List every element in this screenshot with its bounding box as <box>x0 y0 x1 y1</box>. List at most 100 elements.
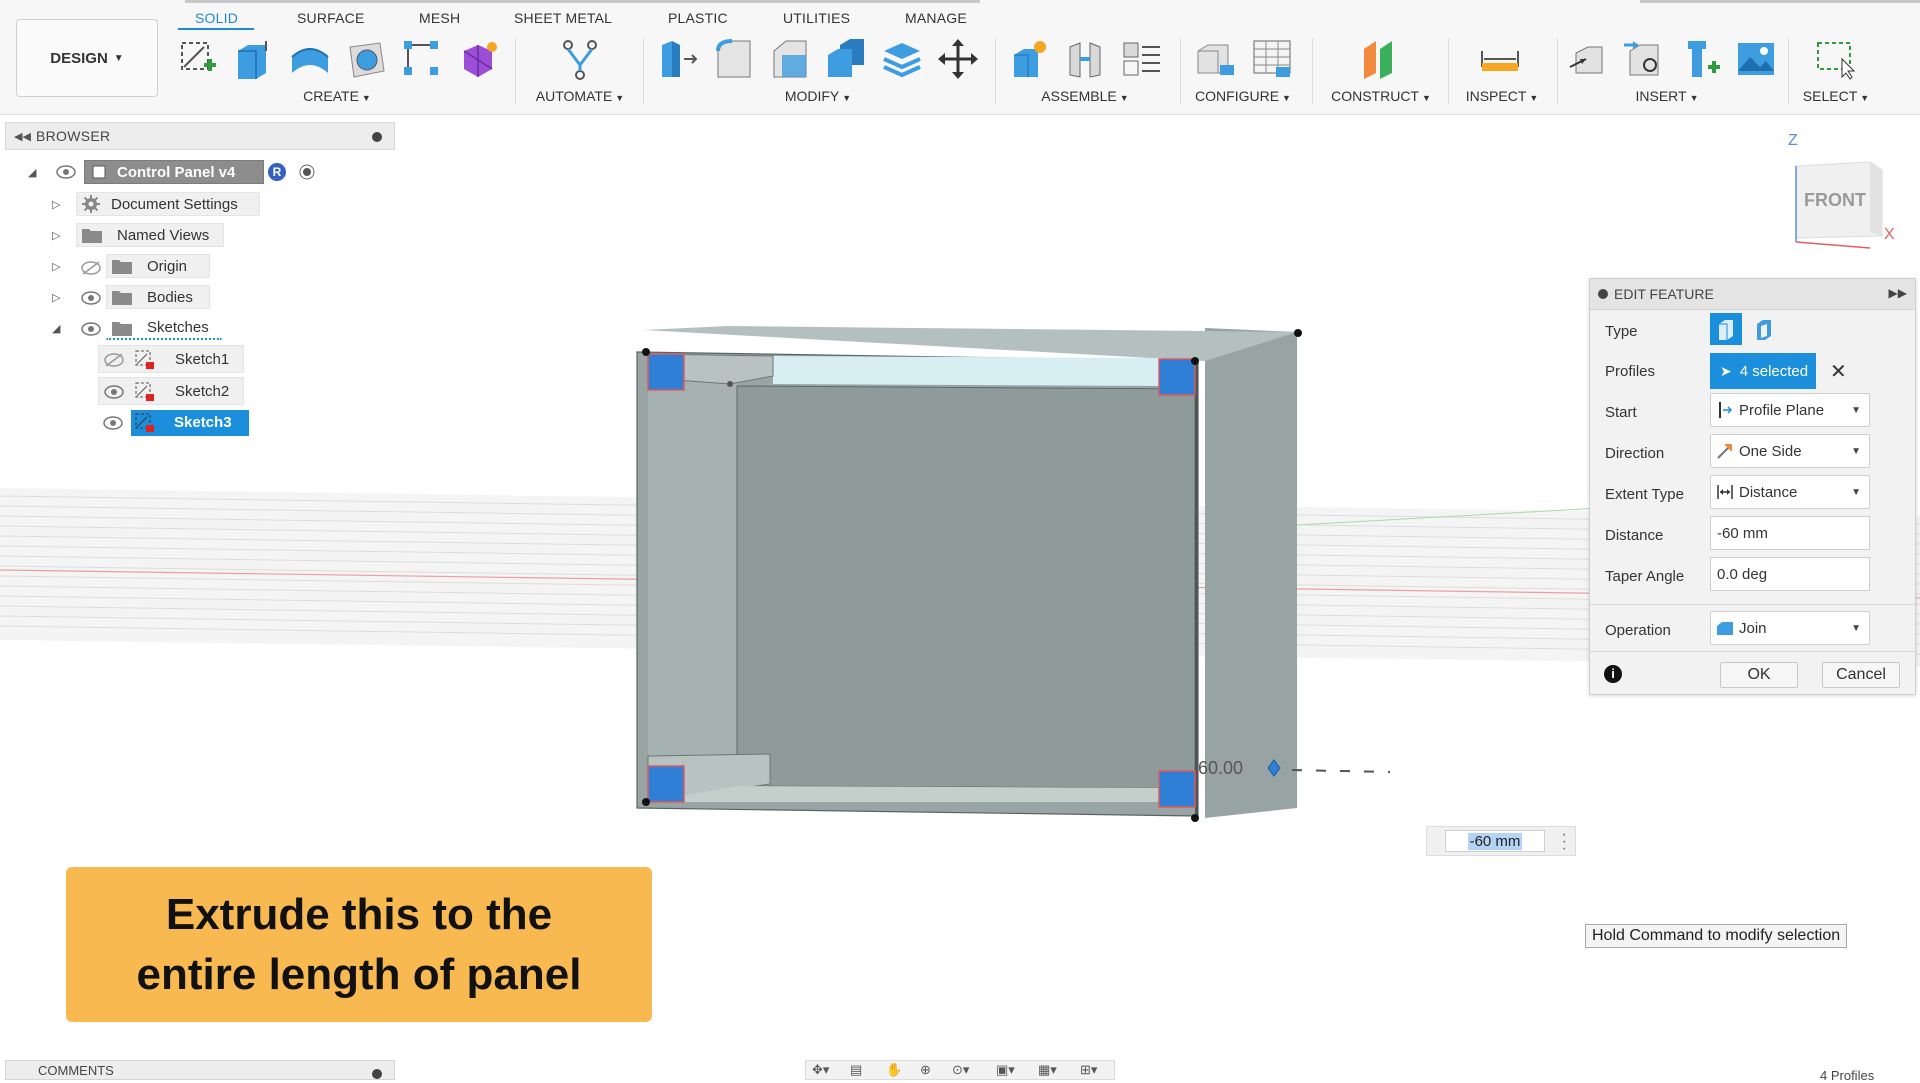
select-icon[interactable] <box>1814 36 1858 82</box>
automate-icon[interactable] <box>558 36 602 82</box>
tutorial-caption: Extrude this to the entire length of pan… <box>66 867 652 1022</box>
direction-dropdown[interactable]: One Side ▼ <box>1710 434 1870 468</box>
axis-z-label: Z <box>1788 132 1798 149</box>
ok-button[interactable]: OK <box>1720 662 1798 688</box>
type-thin-button[interactable] <box>1748 313 1780 345</box>
insert-component-icon[interactable] <box>1678 36 1722 82</box>
expand-dialog-icon[interactable]: ▶▶ <box>1889 286 1907 300</box>
operation-label: Operation <box>1605 622 1671 639</box>
dialog-title: EDIT FEATURE <box>1614 286 1714 302</box>
type-solid-button[interactable] <box>1710 313 1742 345</box>
dialog-header[interactable]: EDIT FEATURE ▶▶ <box>1590 279 1915 310</box>
fillet-icon[interactable] <box>712 36 756 82</box>
comments-title: COMMENTS <box>38 1063 114 1078</box>
profile-plane-icon <box>1716 401 1734 419</box>
measure-icon[interactable] <box>1478 36 1522 82</box>
selected-profile-top-left[interactable] <box>647 353 685 391</box>
tab-surface[interactable]: SURFACE <box>297 10 365 26</box>
configuration-table-icon[interactable] <box>1250 36 1294 82</box>
vertex-point <box>642 348 650 356</box>
distance-field[interactable]: -60 mm <box>1710 516 1870 550</box>
dialog-divider <box>1590 651 1915 652</box>
selected-profile-top-right[interactable] <box>1158 358 1196 396</box>
create-sketch-icon[interactable] <box>176 36 220 82</box>
tab-mesh[interactable]: MESH <box>419 10 460 26</box>
toolbar: DESIGN ▼ SOLID SURFACE MESH SHEET METAL … <box>0 0 1920 115</box>
group-assemble[interactable]: ASSEMBLE ▼ <box>1041 88 1128 104</box>
workspace-switcher[interactable]: DESIGN ▼ <box>16 19 158 97</box>
toolbar-divider <box>1788 38 1789 104</box>
grid-settings-icon[interactable]: ▦▾ <box>1038 1062 1057 1078</box>
combine-icon[interactable] <box>824 36 868 82</box>
chamfer-icon[interactable] <box>768 36 812 82</box>
look-at-icon[interactable]: ▤ <box>850 1062 862 1078</box>
dialog-pin-icon[interactable] <box>1598 289 1608 299</box>
comments-panel-header[interactable]: COMMENTS <box>5 1060 395 1080</box>
extrude-icon[interactable] <box>232 36 276 82</box>
direction-value: One Side <box>1739 442 1802 460</box>
dimension-value-label: 60.00 <box>1198 758 1244 778</box>
tab-sheet-metal[interactable]: SHEET METAL <box>514 10 612 26</box>
joint-icon[interactable] <box>1064 36 1108 82</box>
group-select[interactable]: SELECT ▼ <box>1803 88 1869 104</box>
viewcube[interactable]: FRONT Z X <box>1770 132 1900 252</box>
direction-label: Direction <box>1605 445 1665 462</box>
tab-solid[interactable]: SOLID <box>195 10 238 26</box>
zoom-icon[interactable]: ⊕ <box>920 1062 931 1078</box>
hole-icon[interactable] <box>344 36 388 82</box>
toolbar-divider <box>1448 38 1449 104</box>
shell-icon[interactable] <box>880 36 924 82</box>
selected-profile-bottom-right[interactable] <box>1158 770 1196 808</box>
press-pull-icon[interactable] <box>656 36 700 82</box>
viewports-icon[interactable]: ⊞▾ <box>1080 1062 1097 1078</box>
insert-derive-icon[interactable] <box>1566 36 1610 82</box>
display-settings-icon[interactable]: ▣▾ <box>996 1062 1015 1078</box>
revolve-icon[interactable] <box>288 36 332 82</box>
dropdown-arrow-icon: ▼ <box>1851 446 1861 457</box>
group-inspect[interactable]: INSPECT ▼ <box>1466 88 1539 104</box>
taper-angle-label: Taper Angle <box>1605 568 1685 585</box>
viewcube-front-face[interactable]: FRONT <box>1804 190 1866 211</box>
group-construct[interactable]: CONSTRUCT ▼ <box>1331 88 1431 104</box>
selection-count-status: 4 Profiles <box>1820 1068 1875 1083</box>
extent-type-dropdown[interactable]: Distance ▼ <box>1710 475 1870 509</box>
start-dropdown[interactable]: Profile Plane ▼ <box>1710 393 1870 427</box>
bill-of-materials-icon[interactable] <box>1120 36 1164 82</box>
tab-manage[interactable]: MANAGE <box>905 10 967 26</box>
panel-top-opening <box>773 356 1162 386</box>
orbit-icon[interactable]: ✥▾ <box>812 1062 829 1078</box>
group-modify[interactable]: MODIFY ▼ <box>785 88 851 104</box>
clear-selection-icon[interactable]: ✕ <box>1830 359 1847 384</box>
vertex-point <box>1294 329 1302 337</box>
tab-utilities[interactable]: UTILITIES <box>783 10 850 26</box>
distance-inline-field[interactable]: -60 mm <box>1445 830 1545 852</box>
toolbar-divider <box>515 38 516 104</box>
navigation-toolbar: ✥▾ ▤ ✋ ⊕ ⊙▾ ▣▾ ▦▾ ⊞▾ <box>805 1060 1115 1080</box>
operation-dropdown[interactable]: Join ▼ <box>1710 611 1870 645</box>
group-automate[interactable]: AUTOMATE ▼ <box>536 88 624 104</box>
fit-icon[interactable]: ⊙▾ <box>952 1062 969 1078</box>
pan-icon[interactable]: ✋ <box>886 1062 902 1078</box>
profiles-selection-button[interactable]: ➤ 4 selected <box>1710 353 1816 389</box>
pattern-icon[interactable] <box>400 36 444 82</box>
info-icon[interactable]: i <box>1604 665 1622 683</box>
new-component-icon[interactable] <box>1008 36 1052 82</box>
active-tab-indicator <box>178 28 254 30</box>
selected-profile-bottom-left[interactable] <box>647 765 685 803</box>
toolbar-divider <box>1180 38 1181 104</box>
group-configure[interactable]: CONFIGURE ▼ <box>1195 88 1291 104</box>
pin-icon[interactable] <box>372 1069 382 1079</box>
move-icon[interactable] <box>936 36 980 82</box>
group-insert[interactable]: INSERT ▼ <box>1635 88 1698 104</box>
more-options-icon[interactable]: · · · <box>1562 827 1567 857</box>
cancel-button[interactable]: Cancel <box>1822 662 1900 688</box>
insert-canvas-icon[interactable] <box>1734 36 1778 82</box>
insert-mcmaster-icon[interactable] <box>1622 36 1666 82</box>
taper-angle-field[interactable]: 0.0 deg <box>1710 557 1870 591</box>
tab-plastic[interactable]: PLASTIC <box>668 10 728 26</box>
group-create[interactable]: CREATE ▼ <box>303 88 371 104</box>
create-form-icon[interactable] <box>456 36 500 82</box>
offset-plane-icon[interactable] <box>1358 36 1402 82</box>
configure-icon[interactable] <box>1194 36 1238 82</box>
tab-strip-line <box>185 0 980 3</box>
